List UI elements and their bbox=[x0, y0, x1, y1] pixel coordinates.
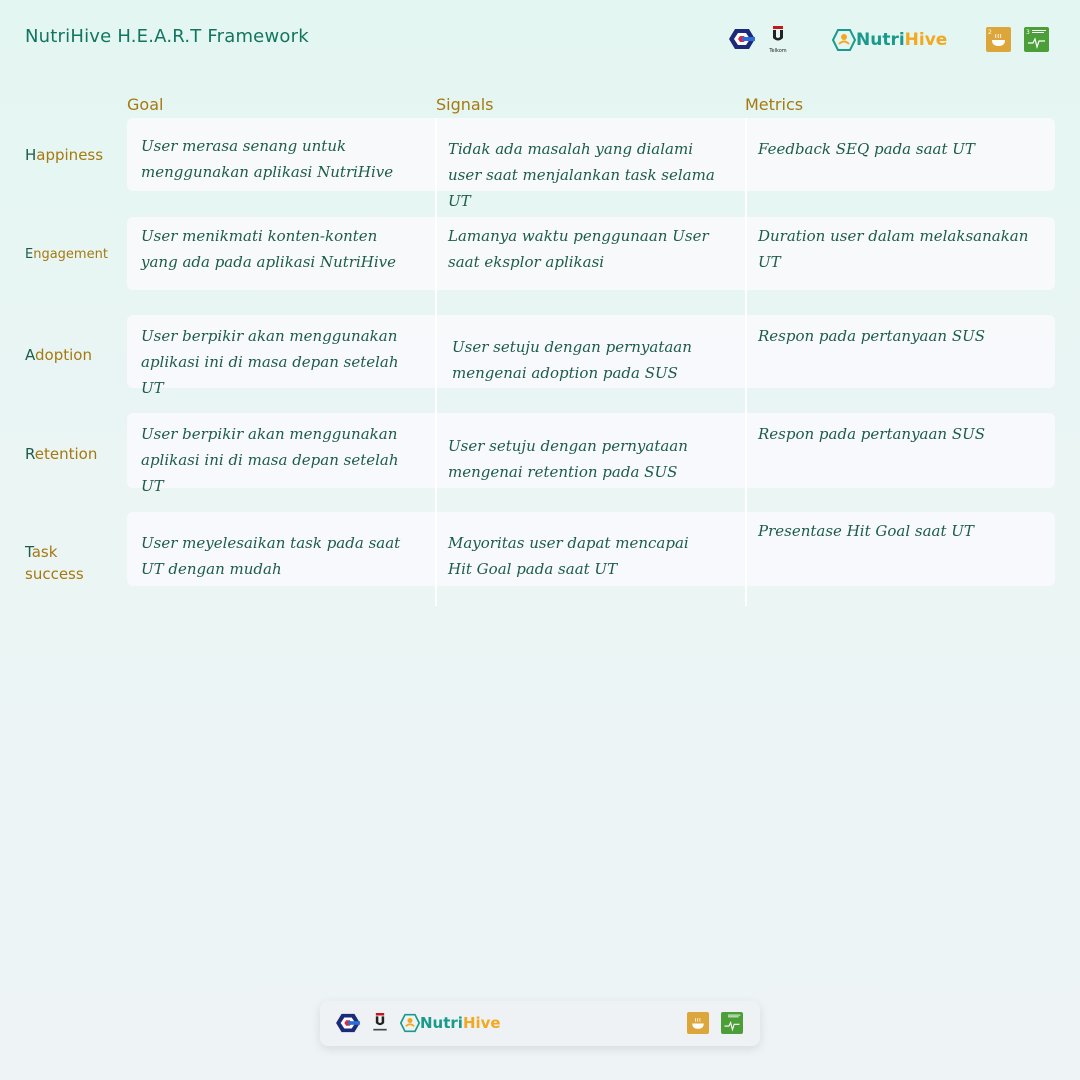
goal-cell: User berpikir akan menggunakan aplikasi … bbox=[141, 327, 399, 397]
metric-cell: Duration user dalam melaksanakan UT bbox=[758, 227, 1029, 271]
signal-cell: Lamanya waktu penggunaan User saat ekspl… bbox=[448, 227, 709, 271]
column-header-metrics: Metrics bbox=[745, 95, 804, 114]
metric-cell: Respon pada pertanyaan SUS bbox=[758, 425, 986, 443]
page-title: NutriHive H.E.A.R.T Framework bbox=[25, 26, 309, 47]
column-divider bbox=[435, 118, 437, 606]
nutrihive-logo: NutriHive bbox=[832, 27, 947, 53]
brand-part2: Hive bbox=[904, 30, 948, 50]
nutrihive-logo-icon bbox=[832, 29, 856, 51]
rsb-logo-icon bbox=[336, 1013, 360, 1033]
metric-cell: Feedback SEQ pada saat UT bbox=[758, 140, 975, 158]
svg-text:3: 3 bbox=[1026, 29, 1030, 36]
row-label-happiness: Happiness bbox=[25, 146, 104, 164]
column-header-goal: Goal bbox=[127, 95, 164, 114]
nutrihive-logo-icon bbox=[400, 1013, 420, 1033]
telkom-university-logo-icon bbox=[373, 1013, 387, 1031]
footer-logo-bar: NutriHive bbox=[320, 1001, 760, 1046]
goal-cell: User meyelesaikan task pada saat UT deng… bbox=[141, 534, 401, 578]
sdg-2-zero-hunger-icon: 2 bbox=[986, 27, 1011, 52]
rsb-logo-icon bbox=[729, 29, 755, 49]
sdg-3-good-health-icon: 3 bbox=[1024, 27, 1049, 52]
metric-cell: Respon pada pertanyaan SUS bbox=[758, 327, 986, 345]
goal-cell: User berpikir akan menggunakan aplikasi … bbox=[141, 425, 399, 495]
goal-cell: User menikmati konten-konten yang ada pa… bbox=[141, 227, 397, 271]
metric-cell: Presentase Hit Goal saat UT bbox=[758, 522, 974, 540]
row-label-engagement: Engagement bbox=[25, 247, 108, 262]
sdg-3-good-health-icon bbox=[721, 1012, 743, 1034]
goal-cell: User merasa senang untuk menggunakan apl… bbox=[141, 137, 394, 181]
footer-nutrihive-logo: NutriHive bbox=[400, 1013, 501, 1033]
row-label-retention: Retention bbox=[25, 445, 98, 463]
sdg-2-zero-hunger-icon bbox=[687, 1012, 709, 1034]
svg-text:2: 2 bbox=[988, 29, 992, 36]
signal-cell: Tidak ada masalah yang dialami user saat… bbox=[448, 140, 715, 210]
signal-cell: User setuju dengan pernyataan mengenai r… bbox=[448, 437, 688, 481]
signal-cell: Mayoritas user dapat mencapai Hit Goal p… bbox=[448, 534, 689, 578]
telkom-university-logo-icon: Telkom bbox=[766, 26, 790, 54]
university-label: Telkom bbox=[769, 48, 787, 54]
column-divider bbox=[745, 118, 747, 606]
column-header-signals: Signals bbox=[436, 95, 494, 114]
brand-part1: Nutri bbox=[856, 30, 905, 50]
row-label-adoption: Adoption bbox=[25, 346, 92, 364]
row-label-task-success: Task success bbox=[25, 543, 84, 583]
signal-cell: User setuju dengan pernyataan mengenai a… bbox=[452, 338, 692, 382]
